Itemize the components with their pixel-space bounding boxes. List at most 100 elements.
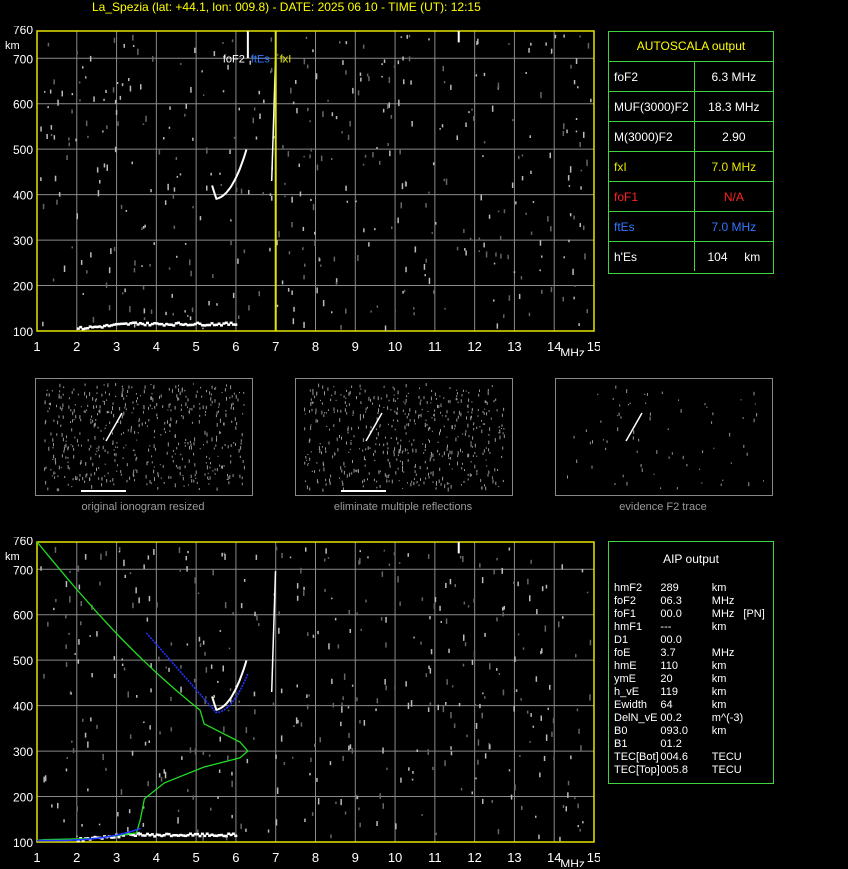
thumb-noise [176, 447, 178, 450]
noise-speck [255, 554, 258, 560]
noise-speck [464, 248, 466, 251]
thumb-noise [340, 409, 342, 413]
noise-speck [150, 688, 152, 693]
thumb-noise [406, 395, 408, 398]
noise-speck [445, 582, 447, 588]
thumb-noise [84, 480, 86, 483]
thumb-noise [60, 396, 62, 399]
noise-speck [473, 116, 475, 121]
ionogram-bottom: 1 2 3 4 5 6 7 8 9 10 11 12 13 14 15MHz1002003004005006… [5, 537, 600, 867]
thumb-noise [160, 394, 162, 398]
aip-cell: 004.6 [660, 751, 688, 763]
thumb-noise [170, 409, 172, 412]
noise-speck [348, 610, 350, 616]
noise-speck [176, 176, 179, 178]
thumb-noise [348, 403, 350, 406]
thumb-noise [232, 402, 234, 406]
noise-speck [387, 143, 389, 146]
thumb-noise [432, 473, 434, 477]
noise-speck [72, 748, 75, 754]
thumb-noise [96, 450, 98, 453]
noise-speck [545, 42, 547, 46]
thumb-noise [411, 480, 413, 483]
noise-speck [168, 126, 171, 129]
thumb-noise [121, 385, 123, 388]
thumb-noise [86, 395, 87, 399]
noise-speck [85, 120, 88, 127]
noise-speck [82, 66, 84, 69]
caption-eliminate-multiple: eliminate multiple reflections [333, 501, 473, 513]
thumb-noise [119, 407, 121, 411]
thumb-noise [470, 443, 472, 447]
noise-speck [545, 734, 548, 741]
x-unit-label: MHz [560, 857, 585, 867]
noise-speck [272, 702, 275, 706]
noise-speck [240, 823, 242, 830]
thumb-noise [229, 474, 231, 479]
noise-speck [554, 34, 557, 39]
thumb-noise [58, 394, 60, 398]
noise-speck [296, 107, 298, 114]
noise-speck [527, 578, 529, 585]
thumb-noise [497, 469, 499, 471]
thumb-noise [351, 385, 353, 388]
noise-speck [502, 689, 505, 696]
thumb-noise [50, 402, 51, 406]
thumb-noise [499, 435, 501, 440]
thumb-noise [376, 437, 378, 440]
thumb-noise [451, 468, 453, 470]
noise-speck [158, 656, 160, 662]
thumb-noise [633, 430, 635, 434]
thumb-noise [208, 457, 210, 460]
noise-speck [90, 717, 92, 722]
noise-speck [366, 73, 369, 77]
thumb-noise [62, 403, 64, 407]
thumb-noise [467, 478, 469, 481]
thumb-noise [460, 399, 462, 403]
thumb-noise [136, 400, 137, 403]
noise-speck [190, 270, 192, 277]
thumb-noise [172, 460, 174, 463]
thumb-noise [220, 431, 222, 434]
noise-speck [525, 212, 527, 215]
autoscala-row: fxI 7.0 MHz [609, 151, 773, 182]
noise-speck [450, 84, 452, 90]
thumb-noise [117, 464, 119, 467]
thumb-noise [447, 418, 449, 421]
x-tick-label: 15 [587, 339, 600, 354]
thumb-noise [124, 403, 126, 407]
noise-speck [70, 692, 72, 695]
thumb-noise [94, 422, 96, 426]
thumb-noise [363, 414, 364, 419]
noise-speck [408, 34, 411, 38]
y-tick-label: 200 [13, 280, 33, 294]
thumb-noise [393, 398, 395, 401]
e-layer-trace [224, 834, 228, 838]
thumb-noise [321, 446, 323, 448]
thumb-noise [479, 389, 480, 392]
thumb-noise [392, 386, 394, 389]
thumb-noise [367, 406, 368, 409]
thumb-noise [103, 400, 105, 405]
thumb-noise [96, 392, 98, 394]
thumb-noise [364, 464, 366, 467]
thumb-noise [73, 419, 75, 421]
noise-speck [44, 91, 46, 93]
thumb-noise [713, 447, 715, 449]
noise-speck [430, 649, 433, 655]
thumb-noise [400, 444, 402, 449]
thumb-noise [341, 436, 342, 440]
thumb-noise [399, 460, 401, 463]
noise-speck [76, 213, 78, 220]
noise-speck [427, 707, 430, 712]
thumb-noise [192, 383, 194, 385]
x-tick-label: 3 [113, 850, 120, 865]
thumb-noise [219, 431, 221, 435]
thumb-noise [96, 447, 98, 450]
noise-speck [484, 753, 487, 759]
noise-speck [290, 87, 292, 94]
thumb-noise [350, 442, 352, 445]
thumb-noise [194, 463, 196, 467]
noise-speck [521, 154, 524, 157]
thumb-noise [476, 469, 478, 473]
